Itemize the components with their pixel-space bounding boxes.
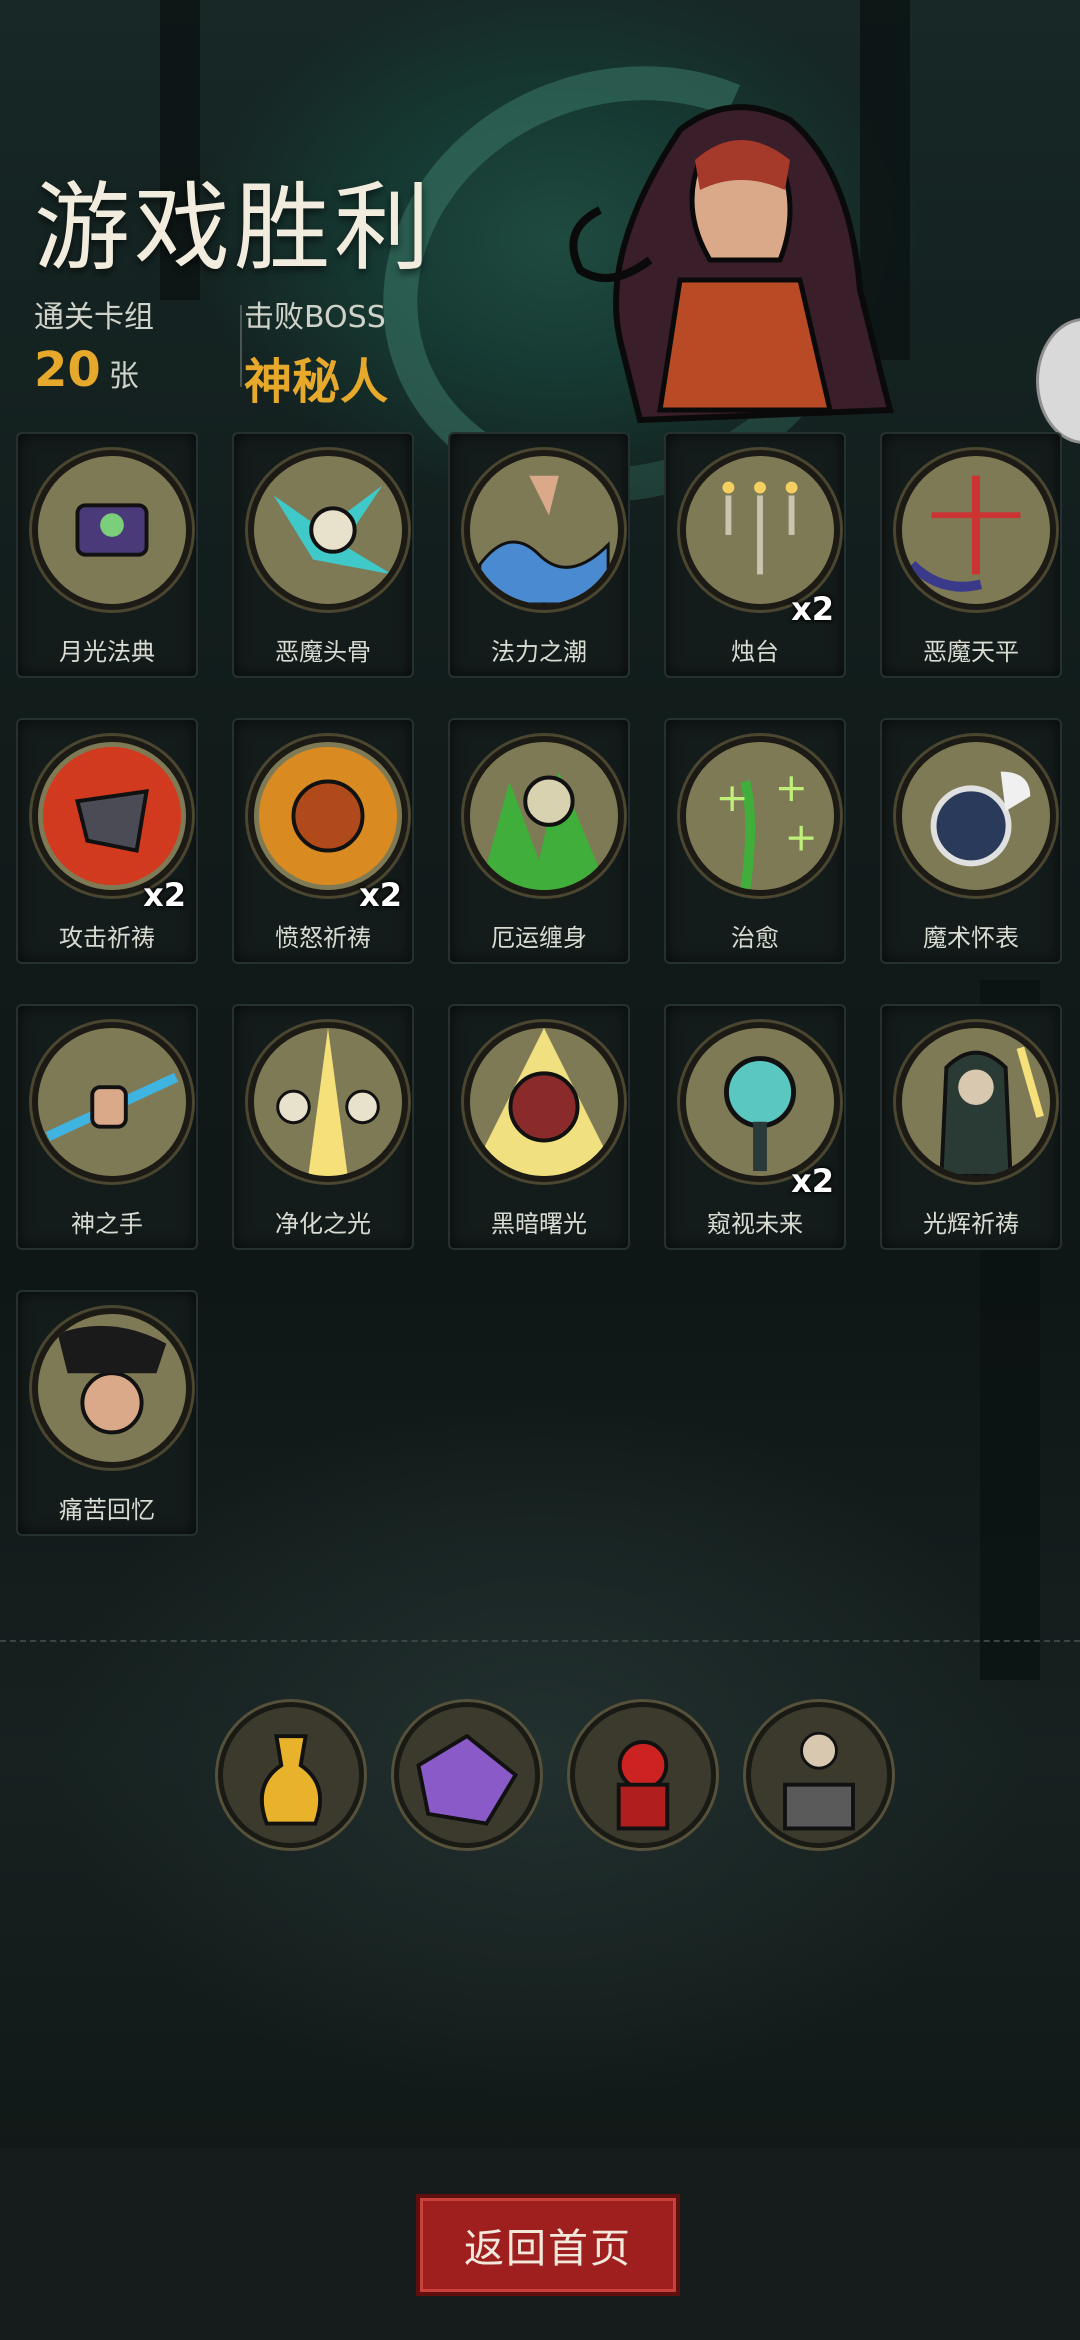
card-item[interactable]: 神之手 (16, 1004, 198, 1250)
magic-pocket-watch-icon (896, 736, 1056, 896)
dark-dawn-icon (464, 1022, 624, 1182)
card-name: 攻击祈祷 (59, 924, 155, 952)
section-divider (0, 1640, 1080, 1642)
card-name: 窥视未来 (707, 1210, 803, 1238)
boss-portrait (560, 90, 920, 430)
golden-vase-relic-icon[interactable] (218, 1702, 364, 1848)
card-name: 治愈 (731, 924, 779, 952)
card-item[interactable]: + + + 治愈 (664, 718, 846, 964)
card-name: 厄运缠身 (491, 924, 587, 952)
card-item[interactable]: 黑暗曙光 (448, 1004, 630, 1250)
stat-divider (240, 305, 242, 387)
card-name: 恶魔天平 (923, 638, 1019, 666)
card-item[interactable]: 魔术怀表 (880, 718, 1062, 964)
deck-label: 通关卡组 (34, 300, 154, 335)
card-name: 黑暗曙光 (491, 1210, 587, 1238)
svg-text:+: + (775, 765, 808, 811)
card-name: 愤怒祈祷 (275, 924, 371, 952)
deck-unit: 张 (108, 359, 139, 394)
deck-stat: 通关卡组 20 张 (34, 292, 154, 398)
deck-count: 20 张 (34, 342, 139, 398)
purple-beast-relic-icon[interactable] (394, 1702, 540, 1848)
card-item[interactable]: 厄运缠身 (448, 718, 630, 964)
card-item[interactable]: x2 窥视未来 (664, 1004, 846, 1250)
card-item[interactable]: x2 烛台 (664, 432, 846, 678)
purifying-light-icon (248, 1022, 408, 1182)
card-name: 魔术怀表 (923, 924, 1019, 952)
candelabra-icon (680, 450, 840, 610)
hand-of-god-icon (32, 1022, 192, 1182)
card-name: 净化之光 (275, 1210, 371, 1238)
card-name: 烛台 (731, 638, 779, 666)
card-count-badge: x2 (791, 590, 834, 628)
card-name: 痛苦回忆 (59, 1496, 155, 1524)
painful-memory-icon (32, 1308, 192, 1468)
doom-icon (464, 736, 624, 896)
mana-tide-icon (464, 450, 624, 610)
radiant-prayer-icon (896, 1022, 1056, 1182)
card-count-badge: x2 (143, 876, 186, 914)
card-name: 光辉祈祷 (923, 1210, 1019, 1238)
card-count-badge: x2 (791, 1162, 834, 1200)
return-home-button[interactable]: 返回首页 (416, 2194, 680, 2296)
page-title: 游戏胜利 (34, 175, 434, 282)
card-name: 恶魔头骨 (275, 638, 371, 666)
card-item[interactable]: x2 愤怒祈祷 (232, 718, 414, 964)
card-item[interactable]: x2 攻击祈祷 (16, 718, 198, 964)
card-item[interactable]: 法力之潮 (448, 432, 630, 678)
card-item[interactable]: 净化之光 (232, 1004, 414, 1250)
card-deck-grid: 月光法典 恶魔头骨 法力之潮 x2 烛台 恶魔天平 x2 攻击祈祷 x2 愤怒祈祷 厄运缠身 + + + 治… (16, 432, 1066, 1536)
rage-prayer-icon (248, 736, 408, 896)
boss-label: 击败BOSS (244, 300, 386, 335)
card-item[interactable]: 光辉祈祷 (880, 1004, 1062, 1250)
card-item[interactable]: 恶魔头骨 (232, 432, 414, 678)
demon-skull-icon (248, 450, 408, 610)
card-item[interactable]: 月光法典 (16, 432, 198, 678)
svg-text:+: + (785, 815, 818, 861)
attack-prayer-icon (32, 736, 192, 896)
card-count-badge: x2 (359, 876, 402, 914)
boss-name: 神秘人 (244, 354, 389, 410)
demon-scale-icon (896, 450, 1056, 610)
heal-icon: + + + (680, 736, 840, 896)
svg-text:+: + (716, 775, 749, 821)
priest-altar-relic-icon[interactable] (746, 1702, 892, 1848)
card-item[interactable]: 恶魔天平 (880, 432, 1062, 678)
card-item[interactable]: 痛苦回忆 (16, 1290, 198, 1536)
red-demon-relic-icon[interactable] (570, 1702, 716, 1848)
relic-row (218, 1702, 892, 1848)
boss-stat: 击败BOSS 神秘人 (244, 292, 388, 412)
card-name: 神之手 (71, 1210, 143, 1238)
foresight-icon (680, 1022, 840, 1182)
moonlight-tome-icon (32, 450, 192, 610)
card-name: 法力之潮 (491, 638, 587, 666)
card-name: 月光法典 (59, 638, 155, 666)
